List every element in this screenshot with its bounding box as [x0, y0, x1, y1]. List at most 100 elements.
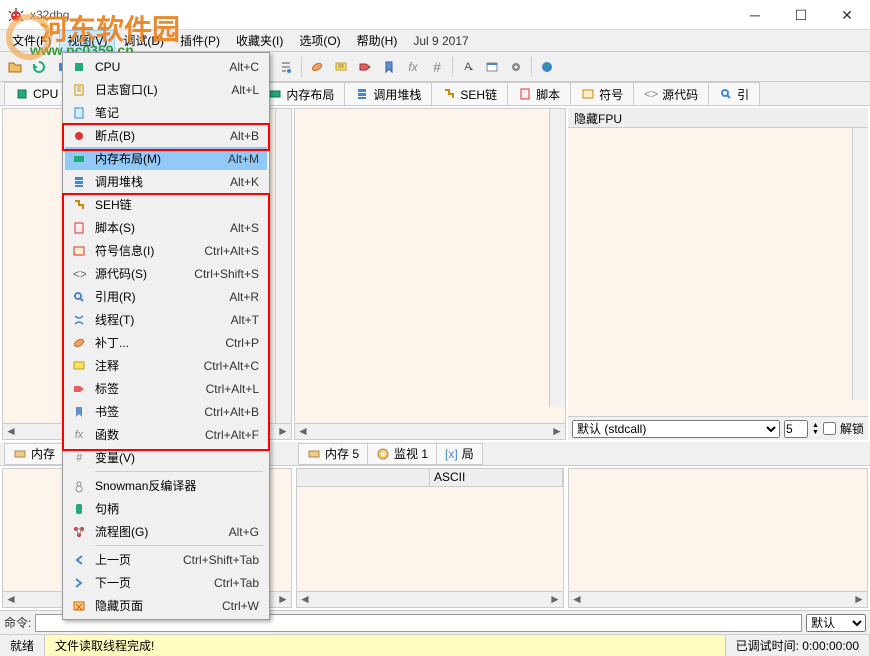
- run-to-user-button[interactable]: [275, 56, 297, 78]
- tab-source[interactable]: <>源代码: [633, 82, 709, 105]
- thread-icon: [69, 312, 89, 328]
- open-button[interactable]: [4, 56, 26, 78]
- menu-item-script[interactable]: 脚本(S)Alt+S: [65, 216, 267, 239]
- menu-item-shortcut: Alt+T: [231, 313, 263, 327]
- bookmarks-button[interactable]: [378, 56, 400, 78]
- scrollbar-h[interactable]: ◄►: [295, 423, 565, 439]
- menu-item-label: 日志窗口(L): [95, 81, 231, 98]
- menu-item-shortcut: Ctrl+Alt+B: [204, 405, 263, 419]
- menu-item-memory[interactable]: 内存布局(M)Alt+M: [65, 147, 267, 170]
- menu-file[interactable]: 文件(F): [4, 30, 59, 51]
- col-address[interactable]: [297, 469, 430, 486]
- comments-button[interactable]: [330, 56, 352, 78]
- menu-favorites[interactable]: 收藏夹(I): [228, 30, 291, 51]
- menu-item-ref[interactable]: 引用(R)Alt+R: [65, 285, 267, 308]
- maximize-button[interactable]: ☐: [778, 0, 824, 30]
- labels-button[interactable]: [354, 56, 376, 78]
- menu-item-hide[interactable]: 隐藏页面Ctrl+W: [65, 594, 267, 617]
- font-button[interactable]: A꜡: [457, 56, 479, 78]
- tab-script[interactable]: 脚本: [507, 82, 571, 105]
- menu-item-var[interactable]: #变量(V): [65, 446, 267, 469]
- menu-item-label: 流程图(G): [95, 523, 229, 540]
- menu-item-shortcut: Ctrl+P: [225, 336, 263, 350]
- menu-item-label: 引用(R): [95, 288, 229, 305]
- close-button[interactable]: ✕: [824, 0, 870, 30]
- unlock-label: 解锁: [840, 420, 864, 437]
- notes-icon: [69, 105, 89, 121]
- menu-item-breakpoint[interactable]: 断点(B)Alt+B: [65, 124, 267, 147]
- tab-locals-truncated[interactable]: [x]局: [436, 443, 483, 465]
- menu-item-shortcut: Alt+L: [231, 83, 263, 97]
- functions-button[interactable]: fx: [402, 56, 424, 78]
- menu-item-label: 上一页: [95, 551, 183, 568]
- tab-callstack[interactable]: 调用堆栈: [344, 82, 432, 105]
- tab-references[interactable]: 引: [708, 82, 760, 105]
- menu-item-source[interactable]: <>源代码(S)Ctrl+Shift+S: [65, 262, 267, 285]
- scrollbar-h[interactable]: ◄►: [569, 591, 867, 607]
- menu-item-callstack[interactable]: 调用堆栈Alt+K: [65, 170, 267, 193]
- registers-panel: 隐藏FPU 默认 (stdcall) ▲▼ 解锁: [568, 108, 868, 440]
- appearance-button[interactable]: [481, 56, 503, 78]
- tab-cpu[interactable]: CPU: [4, 82, 69, 105]
- menu-item-notes[interactable]: 笔记: [65, 101, 267, 124]
- info-panel: ◄►: [294, 108, 566, 440]
- menu-item-snowman[interactable]: Snowman反编译器: [65, 474, 267, 497]
- tab-dump5[interactable]: 内存 5: [298, 443, 368, 465]
- hide-icon: [69, 598, 89, 614]
- menu-help[interactable]: 帮助(H): [349, 30, 406, 51]
- patches-button[interactable]: [306, 56, 328, 78]
- menu-item-label: CPU: [95, 60, 229, 74]
- menu-item-comment[interactable]: 注释Ctrl+Alt+C: [65, 354, 267, 377]
- menu-item-label[interactable]: 标签Ctrl+Alt+L: [65, 377, 267, 400]
- menu-item-symbol[interactable]: 符号信息(I)Ctrl+Alt+S: [65, 239, 267, 262]
- patch-icon: [69, 335, 89, 351]
- menu-options[interactable]: 选项(O): [291, 30, 348, 51]
- restart-button[interactable]: [28, 56, 50, 78]
- variables-button[interactable]: #: [426, 56, 448, 78]
- tab-watch1[interactable]: 监视 1: [367, 443, 437, 465]
- scrollbar-v[interactable]: [852, 128, 868, 400]
- tab-symbols[interactable]: 符号: [570, 82, 634, 105]
- calling-convention-select[interactable]: 默认 (stdcall): [572, 420, 780, 438]
- about-button[interactable]: [536, 56, 558, 78]
- tab-memory[interactable]: 内存布局: [257, 82, 345, 105]
- menu-item-patch[interactable]: 补丁...Ctrl+P: [65, 331, 267, 354]
- menu-item-label: 调用堆栈: [95, 173, 230, 190]
- menu-plugins[interactable]: 插件(P): [172, 30, 228, 51]
- menu-debug[interactable]: 调试(D): [115, 30, 172, 51]
- memory-icon: [69, 151, 89, 167]
- menu-item-cpu[interactable]: CPUAlt+C: [65, 55, 267, 78]
- menu-item-graph[interactable]: 流程图(G)Alt+G: [65, 520, 267, 543]
- menu-item-shortcut: Ctrl+W: [222, 599, 263, 613]
- menu-item-seh[interactable]: SEH链: [65, 193, 267, 216]
- fpu-header[interactable]: 隐藏FPU: [568, 108, 868, 128]
- menu-item-shortcut: Alt+B: [230, 129, 263, 143]
- menu-item-bookmark[interactable]: 书签Ctrl+Alt+B: [65, 400, 267, 423]
- menu-item-handle[interactable]: 句柄: [65, 497, 267, 520]
- menu-item-next[interactable]: 下一页Ctrl+Tab: [65, 571, 267, 594]
- settings-button[interactable]: [505, 56, 527, 78]
- command-mode-select[interactable]: 默认: [806, 614, 866, 632]
- tab-seh[interactable]: SEH链: [431, 82, 508, 105]
- scrollbar-v[interactable]: [275, 109, 291, 423]
- menu-item-fx[interactable]: fx函数Ctrl+Alt+F: [65, 423, 267, 446]
- col-ascii[interactable]: ASCII: [430, 469, 563, 486]
- arg-count-input[interactable]: [784, 420, 808, 438]
- menu-item-label: 笔记: [95, 104, 259, 121]
- menu-item-prev[interactable]: 上一页Ctrl+Shift+Tab: [65, 548, 267, 571]
- menu-item-log[interactable]: 日志窗口(L)Alt+L: [65, 78, 267, 101]
- spinner-buttons[interactable]: ▲▼: [812, 422, 819, 436]
- menu-view[interactable]: 视图(V): [59, 30, 115, 51]
- menu-item-label: 脚本(S): [95, 219, 230, 236]
- unlock-checkbox[interactable]: [823, 422, 836, 435]
- minimize-button[interactable]: ─: [732, 0, 778, 30]
- label-icon: [69, 381, 89, 397]
- scrollbar-h[interactable]: ◄►: [297, 591, 563, 607]
- var-icon: #: [69, 450, 89, 466]
- bookmark-icon: [69, 404, 89, 420]
- menu-item-shortcut: Ctrl+Alt+L: [206, 382, 263, 396]
- tab-dump[interactable]: 内存: [4, 443, 64, 465]
- menu-item-thread[interactable]: 线程(T)Alt+T: [65, 308, 267, 331]
- scrollbar-v[interactable]: [549, 109, 565, 407]
- menu-item-shortcut: Alt+K: [230, 175, 263, 189]
